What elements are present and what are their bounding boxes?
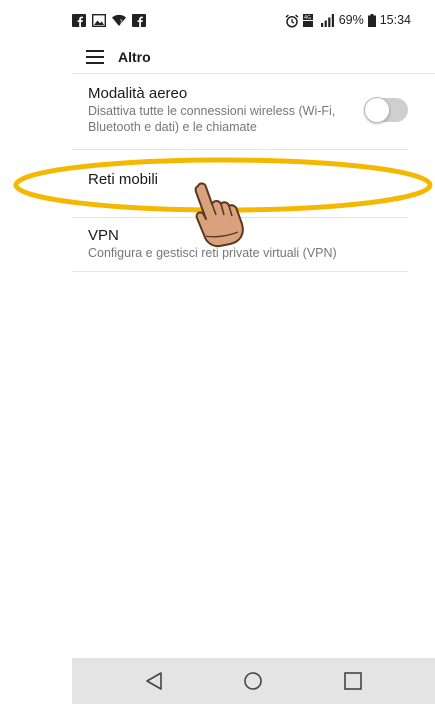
battery-percent: 69% [338, 13, 364, 27]
status-bar: ? 4G 69% 15:34 [72, 0, 435, 40]
hamburger-menu-icon[interactable] [86, 46, 108, 68]
hand-pointer-icon [194, 182, 244, 248]
wifi-icon: ? [112, 14, 126, 27]
status-right-icons: 4G 69% 15:34 [285, 13, 411, 28]
signal-icon [320, 13, 335, 27]
navigation-bar [72, 658, 435, 704]
home-circle-icon[interactable] [238, 666, 268, 696]
image-icon [92, 13, 106, 27]
back-triangle-icon[interactable] [139, 666, 169, 696]
list-item-airplane-mode[interactable]: Modalità aereo Disattiva tutte le connes… [72, 76, 408, 150]
svg-text:?: ? [120, 19, 123, 26]
toggle-knob [364, 97, 390, 123]
airplane-mode-title: Modalità aereo [88, 85, 188, 102]
battery-icon [367, 13, 376, 27]
airplane-mode-description: Disattiva tutte le connessioni wireless … [88, 104, 336, 134]
status-left-icons: ? [72, 13, 146, 27]
status-time: 15:34 [379, 13, 411, 27]
app-bar: Altro [72, 40, 435, 74]
svg-text:4G: 4G [304, 15, 311, 21]
facebook-icon [72, 13, 86, 27]
data-4g-icon: 4G [302, 13, 317, 27]
facebook-icon [132, 13, 146, 27]
page-title: Altro [118, 48, 151, 65]
airplane-mode-toggle[interactable] [364, 97, 408, 123]
recents-square-icon[interactable] [338, 666, 368, 696]
alarm-icon [285, 13, 299, 28]
